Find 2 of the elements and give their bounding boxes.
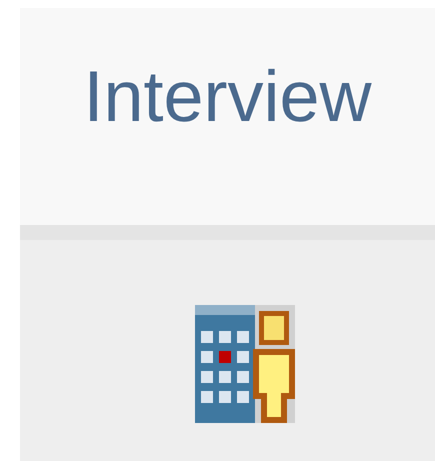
title: Interview (83, 56, 372, 138)
calendar-person-icon (194, 305, 294, 423)
